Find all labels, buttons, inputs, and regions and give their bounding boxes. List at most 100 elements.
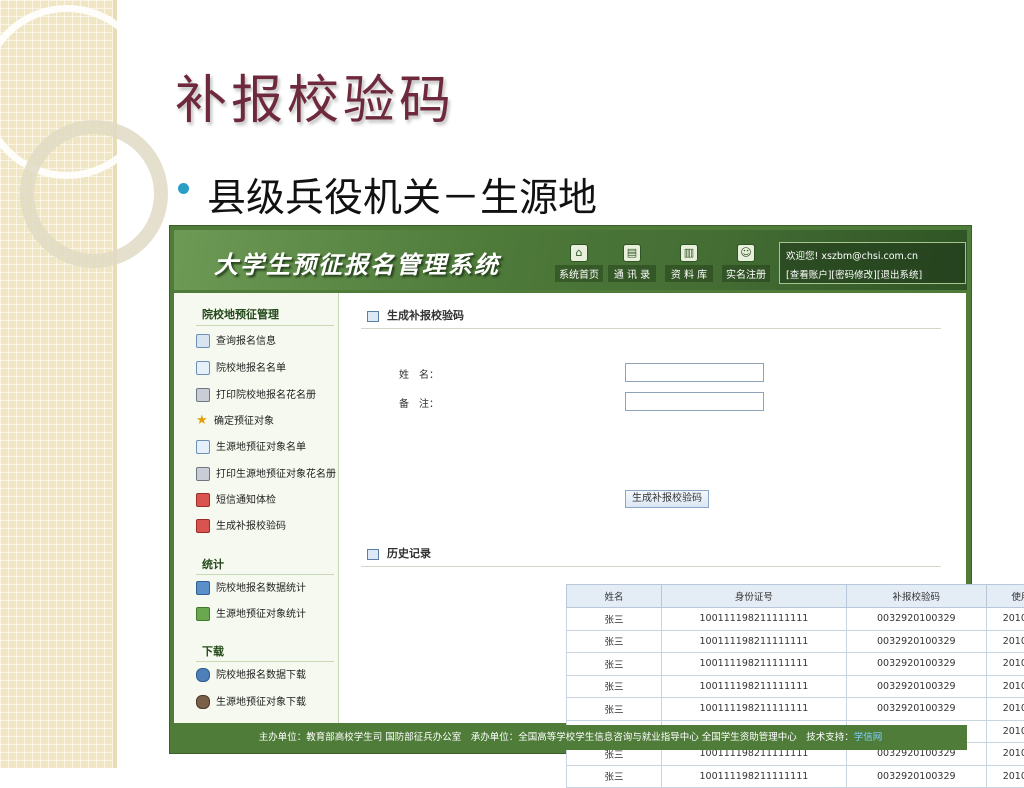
nav-label: 系统首页 [555, 265, 603, 282]
sidebar-item-label: 打印院校地报名花名册 [216, 390, 316, 401]
slide-bullet-text: 县级兵役机关－生源地 [207, 167, 597, 223]
sidebar-item-print-school-roster[interactable]: 打印院校地报名花名册 [196, 388, 316, 404]
sidebar-item-school-list[interactable]: 院校地报名名单 [196, 361, 286, 377]
support-link[interactable]: 学信网 [854, 732, 883, 743]
user-register-icon: ☺ [737, 244, 755, 262]
cell-name: 张三 [567, 608, 662, 631]
sidebar-item-origin-list[interactable]: 生源地预征对象名单 [196, 440, 306, 456]
section-icon [367, 311, 379, 322]
form-section-heading: 生成补报校验码 [367, 308, 464, 324]
table-row: 张三10011119821111111100329201003292010-03… [567, 653, 1024, 676]
system-title: 大学生预征报名管理系统 [214, 245, 500, 280]
cell-name: 张三 [567, 653, 662, 676]
cell-date: 2010-03-29 [986, 653, 1024, 676]
app-header: 大学生预征报名管理系统 ⌂ 系统首页 ▤ 通 讯 录 ▥ 资 料 库 ☺ 实名注… [174, 230, 967, 290]
document-icon [196, 440, 210, 454]
slide-title: 补报校验码 [175, 58, 455, 133]
sidebar-item-school-download[interactable]: 院校地报名数据下载 [196, 668, 306, 684]
sidebar-item-label: 短信通知体检 [216, 495, 276, 506]
welcome-greeting: 欢迎您! xszbm@chsi.com.cn [780, 248, 965, 262]
column-header: 使用时间 [986, 585, 1024, 608]
sidebar-item-print-origin-roster[interactable]: 打印生源地预征对象花名册 [196, 467, 336, 483]
star-icon: ★ [196, 415, 208, 427]
section-divider [361, 566, 941, 567]
cell-code: 0032920100329 [846, 653, 986, 676]
logout-link[interactable]: [退出系统] [877, 270, 922, 281]
sidebar-item-label: 院校地报名数据下载 [216, 670, 306, 681]
column-header: 身份证号 [661, 585, 846, 608]
main-panel: 生成补报校验码 姓 名： 备 注： 生成补报校验码 历史记录 姓名 身份证号 补… [339, 293, 966, 723]
section-icon [367, 549, 379, 560]
history-section-title: 历史记录 [387, 547, 431, 560]
nav-register-button[interactable]: ☺ 实名注册 [722, 244, 770, 282]
history-table: 姓名 身份证号 补报校验码 使用时间 张三1001111982111111110… [566, 584, 1024, 788]
sidebar-item-confirm-candidates[interactable]: ★ 确定预征对象 [196, 414, 274, 430]
table-header-row: 姓名 身份证号 补报校验码 使用时间 [567, 585, 1024, 608]
form-section-title: 生成补报校验码 [387, 309, 464, 322]
list-icon [196, 334, 210, 348]
cell-name: 张三 [567, 698, 662, 721]
table-row: 张三10011119821111111100329201003292010-03… [567, 698, 1024, 721]
contacts-icon: ▤ [623, 244, 641, 262]
column-header: 姓名 [567, 585, 662, 608]
cell-date: 2010-03-29 [986, 630, 1024, 653]
sidebar-item-query-registration[interactable]: 查询报名信息 [196, 334, 276, 350]
change-password-link[interactable]: [密码修改] [831, 270, 876, 281]
nav-label: 实名注册 [722, 265, 770, 282]
nav-home-button[interactable]: ⌂ 系统首页 [555, 244, 603, 282]
name-label: 姓 名： [399, 366, 439, 381]
sidebar-item-sms-notify[interactable]: 短信通知体检 [196, 493, 276, 509]
sidebar-item-label: 生成补报校验码 [216, 521, 286, 532]
sidebar-item-label: 生源地预征对象统计 [216, 609, 306, 620]
sidebar-item-label: 院校地报名名单 [216, 363, 286, 374]
cell-date: 2010-03-29 [986, 720, 1024, 743]
section-divider [361, 328, 941, 329]
group-stats-icon [196, 607, 210, 621]
account-links: [查看账户][密码修改][退出系统] [780, 267, 965, 281]
generate-code-button[interactable]: 生成补报校验码 [625, 490, 709, 508]
sidebar-section-title: 下载 [202, 643, 224, 659]
cell-date: 2010-03-29 [986, 675, 1024, 698]
home-icon: ⌂ [570, 244, 588, 262]
note-label: 备 注： [399, 395, 439, 410]
cell-id-number: 100111198211111111 [661, 608, 846, 631]
cell-name: 张三 [567, 765, 662, 788]
document-icon [196, 361, 210, 375]
cell-code: 0032920100329 [846, 675, 986, 698]
library-icon: ▥ [680, 244, 698, 262]
note-input[interactable] [625, 392, 764, 411]
sidebar-divider [196, 574, 334, 575]
nav-library-button[interactable]: ▥ 资 料 库 [665, 244, 713, 282]
cell-id-number: 100111198211111111 [661, 765, 846, 788]
table-row: 张三10011119821111111100329201003292010-03… [567, 765, 1024, 788]
stats-icon [196, 581, 210, 595]
app-footer: 主办单位：教育部高校学生司 国防部征兵办公室 承办单位：全国高等学校学生信息咨询… [174, 725, 967, 750]
sidebar-item-school-stats[interactable]: 院校地报名数据统计 [196, 581, 306, 597]
cell-date: 2010-03-29 [986, 743, 1024, 766]
sidebar-section-title: 统计 [202, 556, 224, 572]
sidebar-item-generate-code[interactable]: 生成补报校验码 [196, 519, 286, 535]
sidebar-item-label: 打印生源地预征对象花名册 [216, 469, 336, 480]
cell-id-number: 100111198211111111 [661, 630, 846, 653]
download-user-icon [196, 695, 210, 709]
sidebar-item-label: 确定预征对象 [214, 416, 274, 427]
table-row: 张三10011119821111111100329201003292010-03… [567, 630, 1024, 653]
cell-id-number: 100111198211111111 [661, 653, 846, 676]
history-section-heading: 历史记录 [367, 546, 431, 562]
cell-id-number: 100111198211111111 [661, 675, 846, 698]
sidebar-item-origin-download[interactable]: 生源地预征对象下载 [196, 695, 306, 711]
cell-date: 2010-03-29 [986, 698, 1024, 721]
slide-decoration-circle [20, 120, 168, 268]
cell-code: 0032920100329 [846, 765, 986, 788]
view-account-link[interactable]: [查看账户] [786, 270, 831, 281]
sidebar-item-label: 院校地报名数据统计 [216, 583, 306, 594]
nav-contacts-button[interactable]: ▤ 通 讯 录 [608, 244, 656, 282]
name-input[interactable] [625, 363, 764, 382]
column-header: 补报校验码 [846, 585, 986, 608]
code-icon [196, 519, 210, 533]
sidebar-item-label: 生源地预征对象名单 [216, 442, 306, 453]
sidebar-item-origin-stats[interactable]: 生源地预征对象统计 [196, 607, 306, 623]
cell-code: 0032920100329 [846, 630, 986, 653]
printer-icon [196, 467, 210, 481]
sidebar-divider [196, 661, 334, 662]
